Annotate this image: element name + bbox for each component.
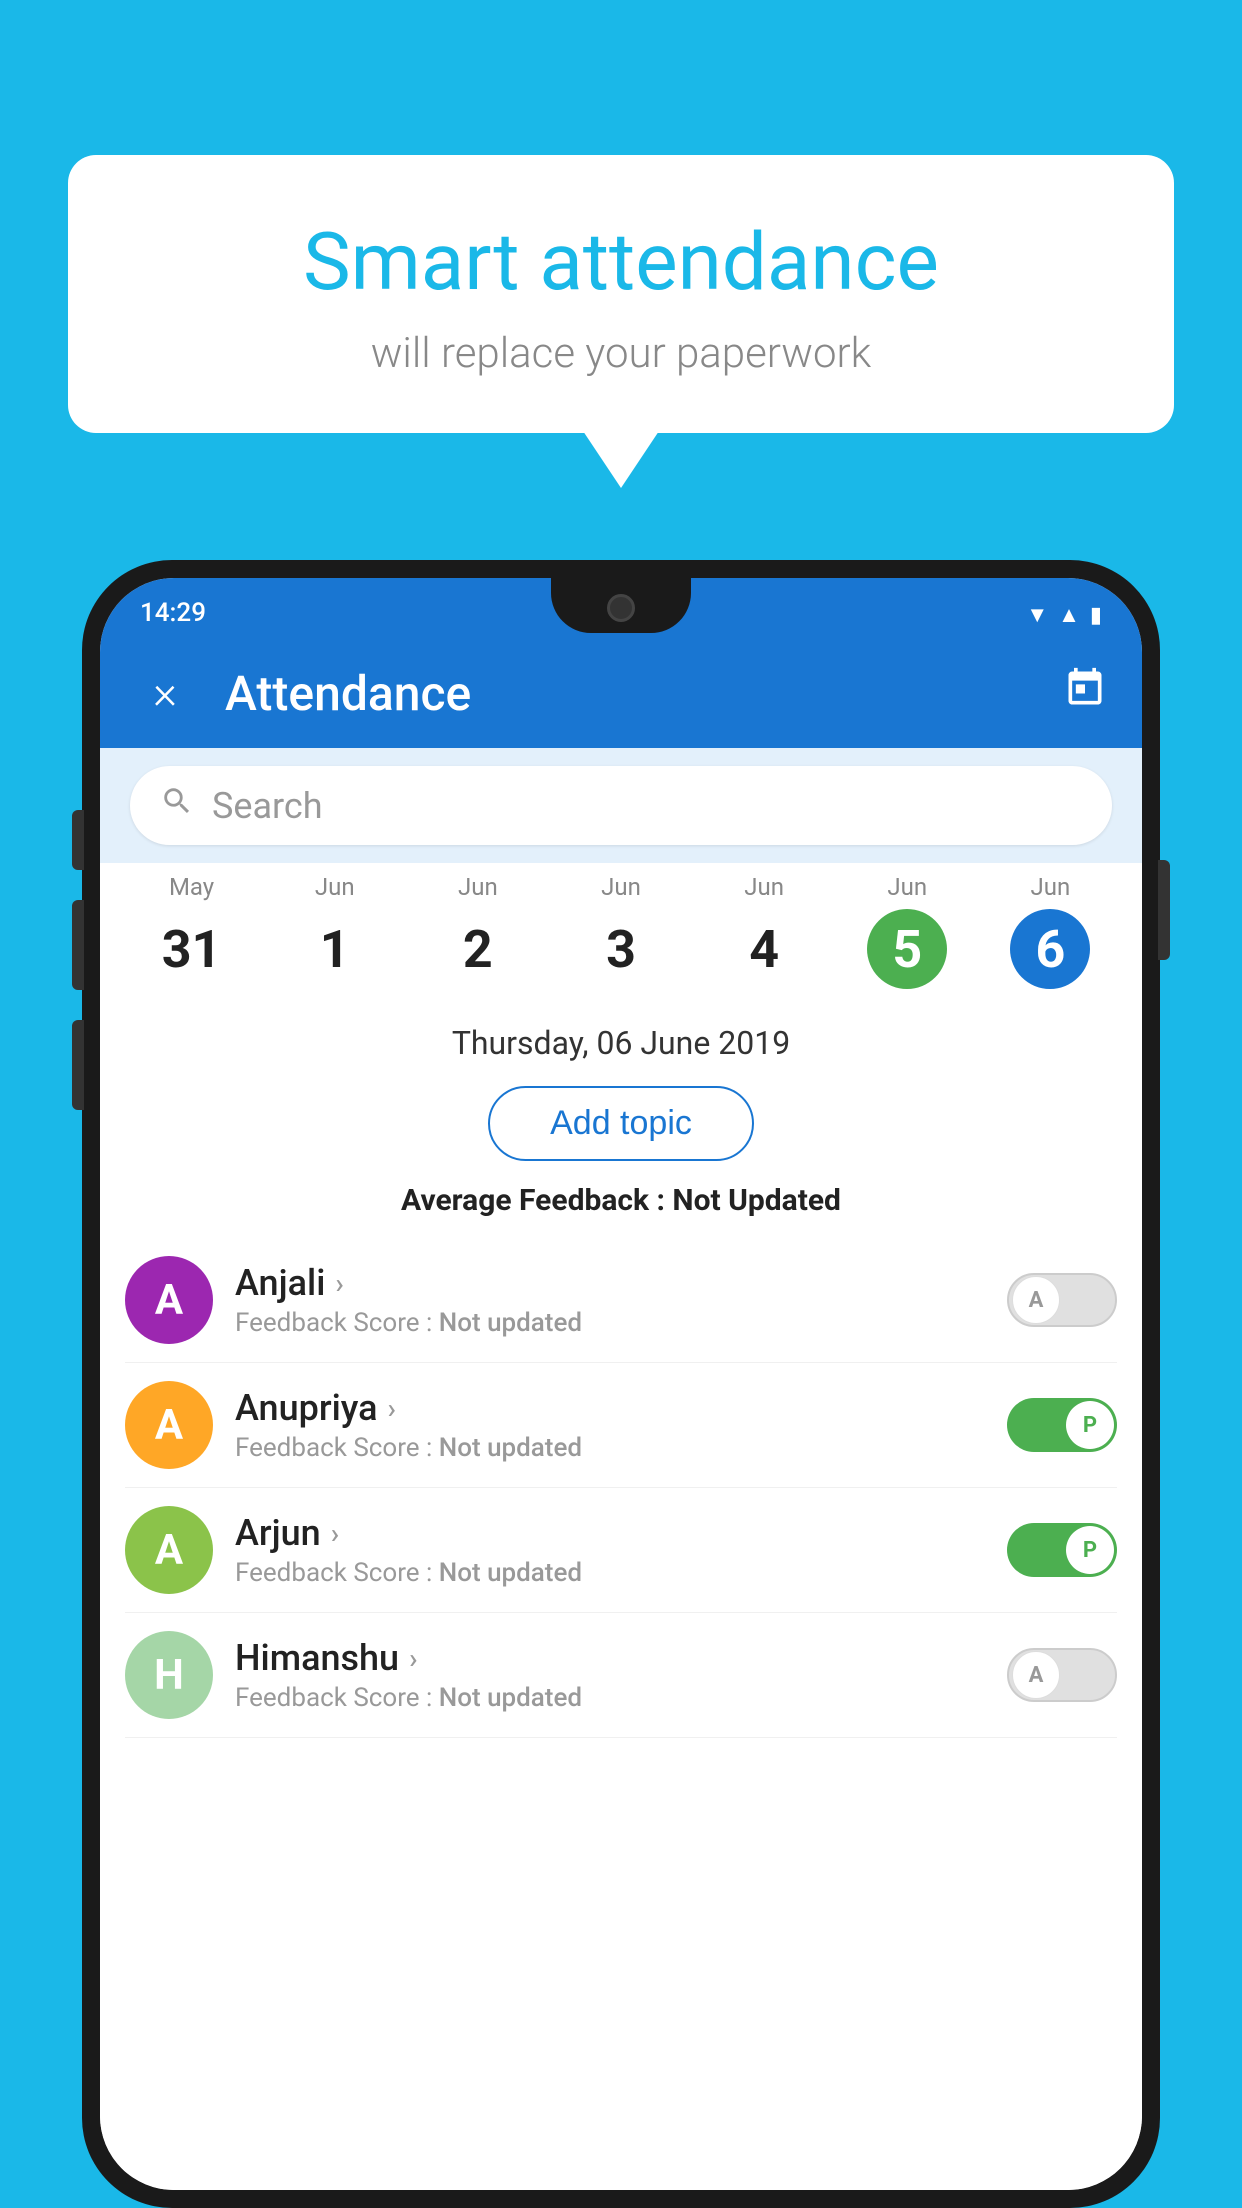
chevron-icon: › [331,1517,339,1550]
phone-screen: 14:29 ▼ ▲ ▮ × Attendance [100,578,1142,2190]
speech-bubble: Smart attendance will replace your paper… [68,155,1174,433]
avg-feedback-label: Average Feedback : [401,1183,665,1218]
toggle-container: P [1007,1398,1117,1452]
mute-button [72,810,84,870]
attendance-toggle[interactable]: P [1007,1398,1117,1452]
volume-up-button [72,900,84,990]
toggle-knob: P [1066,1526,1114,1574]
bubble-title: Smart attendance [118,215,1124,309]
phone-notch [551,578,691,633]
toggle-container: A [1007,1648,1117,1702]
feedback-score: Feedback Score : Not updated [235,1433,985,1463]
chevron-icon: › [335,1267,343,1300]
list-item[interactable]: A Arjun › Feedback Score : Not updated P [125,1488,1117,1613]
search-icon [160,784,194,827]
calendar-icon[interactable] [1063,666,1107,720]
app-bar: × Attendance [100,638,1142,748]
bubble-subtitle: will replace your paperwork [118,329,1124,378]
avatar: A [125,1256,213,1344]
content-area: Thursday, 06 June 2019 Add topic Average… [100,1004,1142,2190]
student-name: Arjun › [235,1512,985,1554]
phone-content: 14:29 ▼ ▲ ▮ × Attendance [100,578,1142,2190]
phone-mockup: 14:29 ▼ ▲ ▮ × Attendance [82,560,1160,2208]
student-name: Anjali › [235,1262,985,1304]
selected-date: Thursday, 06 June 2019 [100,1004,1142,1072]
cal-day[interactable]: Jun1 [263,873,406,989]
add-topic-button[interactable]: Add topic [488,1086,754,1161]
attendance-toggle[interactable]: P [1007,1523,1117,1577]
phone-outer: 14:29 ▼ ▲ ▮ × Attendance [82,560,1160,2208]
feedback-score: Feedback Score : Not updated [235,1683,985,1713]
cal-day[interactable]: May31 [120,873,263,989]
status-time: 14:29 [140,598,206,628]
battery-icon: ▮ [1090,603,1102,628]
toggle-container: P [1007,1523,1117,1577]
avg-feedback-value: Not Updated [672,1183,841,1218]
attendance-toggle[interactable]: A [1007,1273,1117,1327]
cal-day[interactable]: Jun3 [549,873,692,989]
search-box[interactable]: Search [130,766,1112,845]
toggle-container: A [1007,1273,1117,1327]
list-item[interactable]: H Himanshu › Feedback Score : Not updated A [125,1613,1117,1738]
toggle-knob: P [1066,1401,1114,1449]
search-container: Search [100,748,1142,863]
toggle-knob: A [1012,1276,1060,1324]
avatar: H [125,1631,213,1719]
speech-bubble-container: Smart attendance will replace your paper… [68,155,1174,433]
student-list: AAnjali ›Feedback Score : Not updatedAAA… [100,1238,1142,1738]
camera [607,594,635,622]
status-icons: ▼ ▲ ▮ [1026,602,1102,628]
feedback-score: Feedback Score : Not updated [235,1308,985,1338]
avg-feedback: Average Feedback : Not Updated [100,1175,1142,1238]
app-bar-title: Attendance [225,665,1033,722]
list-item[interactable]: A Anupriya › Feedback Score : Not updated P [125,1363,1117,1488]
cal-day[interactable]: Jun2 [406,873,549,989]
feedback-score: Feedback Score : Not updated [235,1558,985,1588]
cal-day[interactable]: Jun4 [693,873,836,989]
volume-down-button [72,1020,84,1110]
cal-day[interactable]: Jun6 [979,873,1122,989]
wifi-icon: ▼ [1026,602,1048,628]
calendar-strip: May31Jun1Jun2Jun3Jun4Jun5Jun6 [100,863,1142,1004]
chevron-icon: › [388,1392,396,1425]
chevron-icon: › [409,1642,417,1675]
avatar: A [125,1381,213,1469]
power-button [1158,860,1170,960]
close-button[interactable]: × [135,666,195,720]
cal-day[interactable]: Jun5 [836,873,979,989]
signal-icon: ▲ [1058,602,1080,628]
search-placeholder: Search [212,785,323,827]
attendance-toggle[interactable]: A [1007,1648,1117,1702]
student-name: Anupriya › [235,1387,985,1429]
toggle-knob: A [1012,1651,1060,1699]
list-item[interactable]: A Anjali › Feedback Score : Not updated A [125,1238,1117,1363]
avatar: A [125,1506,213,1594]
student-name: Himanshu › [235,1637,985,1679]
